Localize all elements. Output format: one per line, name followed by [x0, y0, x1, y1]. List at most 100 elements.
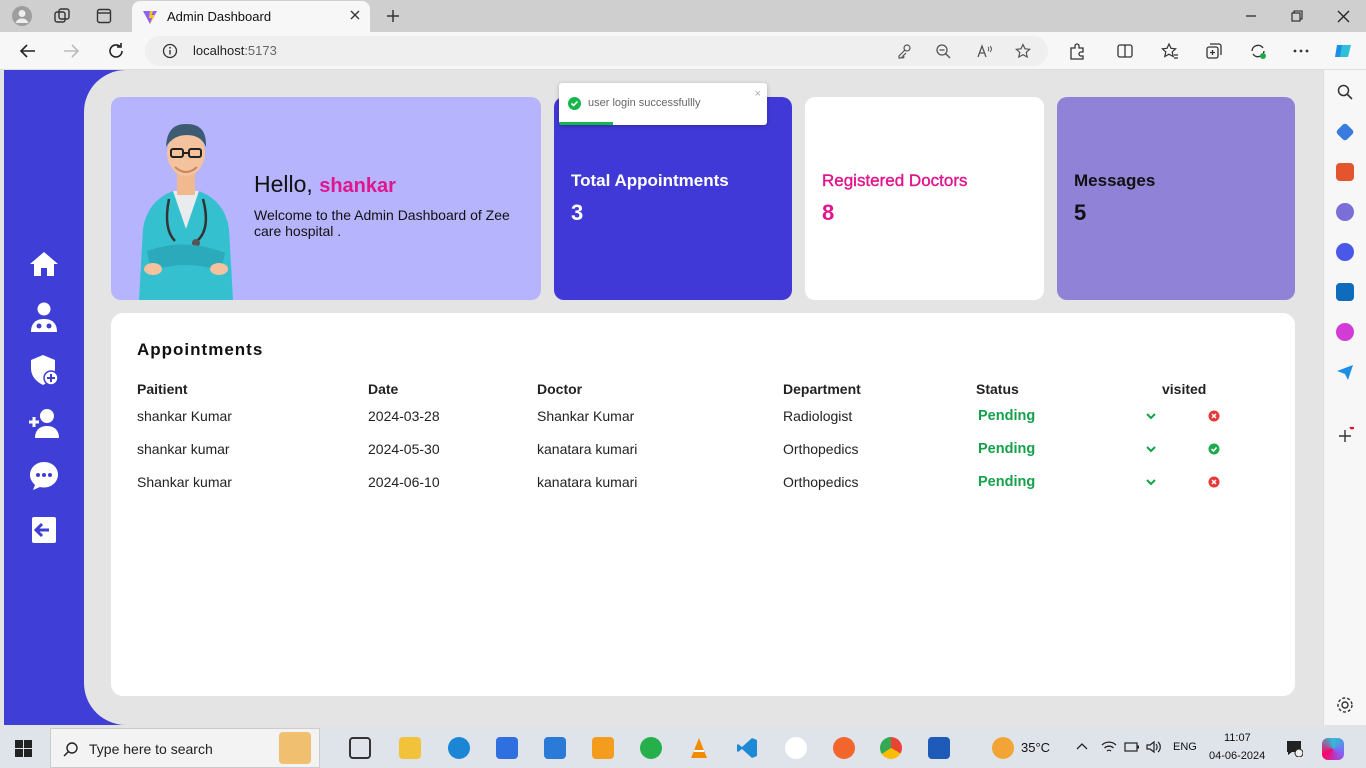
clock-date[interactable]: 04-06-2024	[1209, 750, 1265, 762]
status-value: Pending	[978, 473, 1036, 490]
edge-taskbar-icon[interactable]	[448, 737, 470, 759]
chrome-icon[interactable]	[880, 737, 902, 759]
games-icon[interactable]	[1336, 203, 1354, 221]
new-tab-icon[interactable]	[382, 5, 404, 27]
file-explorer-icon[interactable]	[399, 737, 421, 759]
appointments-panel: Appointments Paitient Date Doctor Depart…	[111, 313, 1295, 696]
vscode-icon[interactable]	[736, 737, 758, 759]
clock-time[interactable]: 11:07	[1224, 732, 1251, 744]
refresh-icon[interactable]	[106, 41, 126, 61]
mongodb-compass-icon[interactable]	[785, 737, 807, 759]
profile-icon[interactable]	[11, 5, 33, 27]
tab-close-icon[interactable]	[348, 8, 362, 22]
office-icon[interactable]	[1336, 243, 1354, 261]
cell-patient: Shankar kumar	[137, 473, 232, 490]
copilot-taskbar-icon[interactable]	[1322, 738, 1344, 760]
stat-label-messages: Messages	[1074, 171, 1156, 190]
restore-icon[interactable]	[1289, 8, 1305, 24]
home-icon[interactable]	[28, 248, 60, 280]
url-text: localhost:5173	[193, 43, 277, 58]
tray-overflow-chevron-icon[interactable]	[1076, 741, 1088, 753]
designer-icon[interactable]	[1336, 323, 1354, 341]
toast-close-icon[interactable]: ×	[755, 88, 761, 100]
zoom-icon[interactable]	[935, 43, 951, 59]
chevron-down-icon[interactable]	[1146, 445, 1156, 453]
mail-icon[interactable]	[544, 737, 566, 759]
notifications-icon[interactable]	[1285, 739, 1303, 757]
stat-card-appointments: Total Appointments 3	[554, 97, 792, 300]
forward-icon[interactable]	[61, 41, 81, 61]
vlc-icon[interactable]	[688, 737, 710, 759]
volume-icon[interactable]	[1146, 740, 1162, 754]
tab-admin-dashboard[interactable]: Admin Dashboard	[132, 1, 370, 32]
doctors-icon[interactable]	[28, 301, 60, 333]
workspaces-icon[interactable]	[51, 5, 73, 27]
stat-card-doctors: Registered Doctors 8	[805, 97, 1044, 300]
battery-icon[interactable]	[1124, 741, 1140, 753]
header-department: Department	[783, 381, 861, 397]
messages-icon[interactable]	[28, 460, 60, 492]
chevron-down-icon[interactable]	[1146, 478, 1156, 486]
word-icon[interactable]	[928, 737, 950, 759]
cell-date: 2024-05-30	[368, 440, 440, 457]
add-admin-icon[interactable]	[28, 354, 60, 386]
not-visited-icon[interactable]	[1208, 476, 1242, 488]
language-indicator[interactable]: ENG	[1173, 741, 1197, 753]
close-window-icon[interactable]	[1335, 8, 1351, 24]
wifi-icon[interactable]	[1101, 740, 1117, 754]
extensions-icon[interactable]	[1067, 41, 1087, 61]
status-select[interactable]: Pending	[976, 432, 1162, 465]
whatsapp-icon[interactable]	[640, 737, 662, 759]
copilot-icon[interactable]	[1333, 41, 1353, 61]
status-select[interactable]: Pending	[976, 399, 1162, 432]
add-sidebar-app-icon[interactable]	[1336, 427, 1354, 445]
tab-actions-icon[interactable]	[93, 5, 115, 27]
sidebar-settings-icon[interactable]	[1336, 696, 1354, 714]
cell-doctor: kanatara kumari	[537, 440, 638, 457]
cell-date: 2024-06-10	[368, 473, 440, 490]
windows-start-icon[interactable]	[15, 740, 32, 757]
tab-title: Admin Dashboard	[167, 9, 272, 24]
status-select[interactable]: Pending	[976, 465, 1162, 498]
visited-check-icon[interactable]	[1208, 443, 1242, 455]
header-patient: Paitient	[137, 381, 188, 397]
settings-more-icon[interactable]	[1291, 41, 1311, 61]
url-input[interactable]: localhost:5173	[145, 36, 1048, 66]
favorites-icon[interactable]	[1160, 41, 1180, 61]
password-key-icon[interactable]	[896, 43, 912, 59]
split-screen-icon[interactable]	[1115, 41, 1135, 61]
stat-value-doctors: 8	[822, 200, 835, 225]
greeting-heading: Hello, shankar	[254, 171, 396, 198]
outlook-icon[interactable]	[1336, 283, 1354, 301]
store-icon[interactable]	[496, 737, 518, 759]
not-visited-icon[interactable]	[1208, 410, 1242, 422]
postman-icon[interactable]	[833, 737, 855, 759]
cell-doctor: kanatara kumari	[537, 473, 638, 490]
search-icon[interactable]	[1336, 83, 1354, 101]
logout-icon[interactable]	[28, 514, 60, 546]
appointments-title: Appointments	[137, 340, 264, 359]
table-row: Shankar kumar 2024-06-10 kanatara kumari…	[137, 465, 1242, 498]
visited-cell	[1162, 399, 1242, 432]
taskbar-search-box[interactable]: Type here to search	[50, 728, 320, 768]
chevron-down-icon[interactable]	[1146, 412, 1156, 420]
send-icon[interactable]	[1336, 363, 1354, 381]
tools-briefcase-icon[interactable]	[1336, 163, 1354, 181]
favorite-star-icon[interactable]	[1015, 43, 1031, 59]
browser-essentials-icon[interactable]	[1248, 41, 1268, 61]
weather-icon[interactable]	[992, 737, 1014, 759]
stat-value-appointments: 3	[571, 200, 584, 225]
back-icon[interactable]	[18, 41, 38, 61]
table-header-row: Paitient Date Doctor Department Status v…	[137, 379, 1242, 399]
site-info-icon[interactable]	[162, 43, 178, 59]
election-widget-icon[interactable]	[279, 732, 311, 764]
read-aloud-icon[interactable]	[976, 43, 992, 59]
shopping-tag-icon[interactable]	[1335, 122, 1355, 142]
collections-icon[interactable]	[1204, 41, 1224, 61]
login-toast[interactable]: user login successfullly ×	[559, 83, 767, 125]
app-root: Hello, shankar Welcome to the Admin Dash…	[4, 70, 1323, 725]
add-doctor-icon[interactable]	[28, 407, 60, 439]
sublime-icon[interactable]	[592, 737, 614, 759]
task-view-icon[interactable]	[349, 737, 371, 759]
minimize-icon[interactable]	[1243, 8, 1259, 24]
